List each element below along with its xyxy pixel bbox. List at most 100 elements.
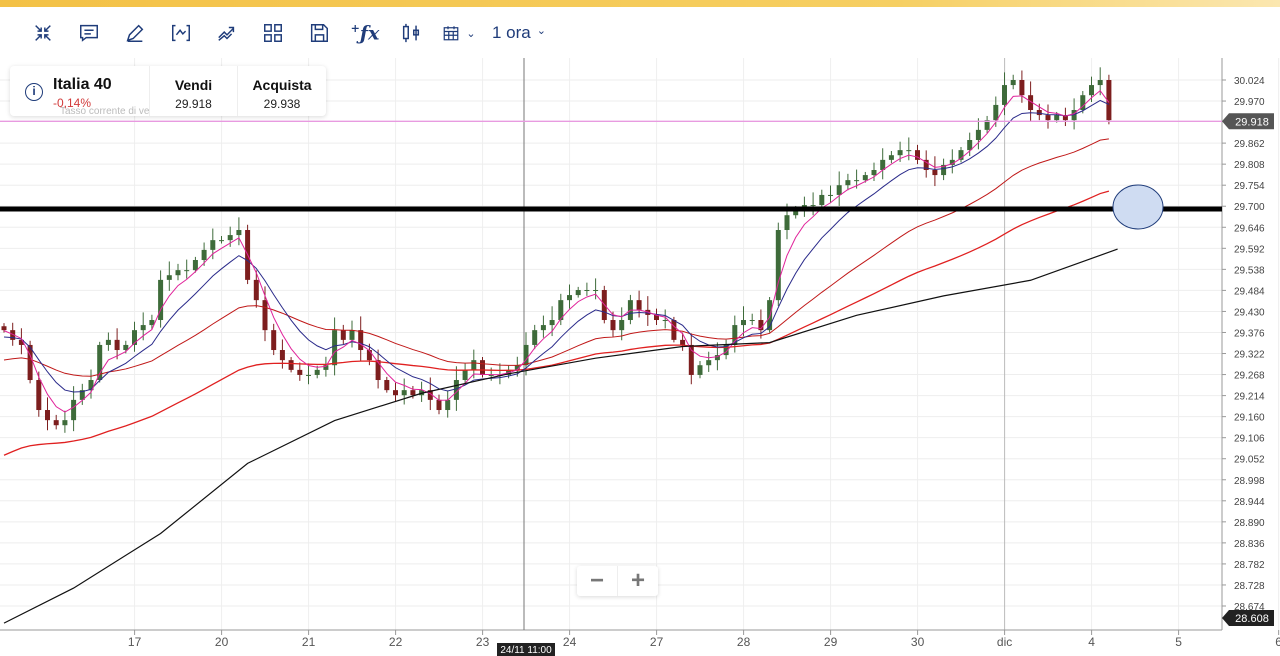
x-tick-label: 24 [563, 635, 577, 649]
candle-body [219, 240, 224, 242]
candle-body [1010, 80, 1016, 86]
candle-body [462, 369, 468, 381]
y-tick-label: 29.970 [1234, 97, 1265, 108]
comment-button[interactable] [66, 13, 112, 53]
candle-body [114, 339, 120, 351]
candle-body [166, 275, 172, 280]
trend-button[interactable] [204, 13, 250, 53]
chart-type-button[interactable] [388, 13, 434, 53]
x-tick-label: 20 [215, 635, 229, 649]
y-tick-label: 28.944 [1234, 497, 1265, 508]
collapse-icon [35, 25, 51, 41]
layout-button[interactable] [250, 13, 296, 53]
candle-type-icon [402, 23, 420, 43]
y-tick-label: 28.890 [1234, 518, 1265, 529]
candle-body [680, 339, 686, 345]
candle-body [1002, 85, 1007, 105]
buy-price: 29.938 [263, 97, 301, 111]
collapse-button[interactable] [20, 13, 66, 53]
candle-body [619, 320, 625, 331]
layout-grid-icon [264, 24, 282, 42]
moving-average-slow2 [3, 190, 1110, 456]
candle-body [1097, 80, 1103, 86]
buy-button[interactable]: Acquista 29.938 [238, 66, 326, 116]
save-button[interactable] [296, 13, 342, 53]
x-tick-label: dic [997, 635, 1012, 649]
x-tick-label: 22 [389, 635, 403, 649]
candle-body [271, 330, 277, 351]
zoom-out-button[interactable]: − [577, 566, 618, 596]
x-tick-label: 21 [302, 635, 316, 649]
candle-body [828, 194, 833, 196]
candle-body [697, 365, 703, 375]
y-tick-label: 29.700 [1234, 202, 1265, 213]
candle-body [784, 215, 790, 231]
candle-body [993, 104, 999, 121]
candle-body [297, 369, 303, 375]
candle-body [140, 325, 146, 331]
candle-body [532, 330, 538, 345]
zoom-in-button[interactable]: + [618, 566, 658, 596]
y-tick-label: 29.808 [1234, 160, 1265, 171]
candle-body [845, 180, 851, 186]
y-tick-label: 29.160 [1234, 413, 1265, 424]
instrument-card: i Italia 40 Tasso corrente di ve -0,14% … [10, 66, 326, 117]
sell-button[interactable]: Vendi 29.918 [150, 66, 238, 116]
trend-icon [218, 26, 235, 41]
candle-body [549, 320, 555, 326]
candle-body [819, 194, 825, 206]
candle-body [975, 129, 981, 141]
sell-label: Vendi [174, 77, 213, 93]
candle-body [314, 369, 320, 375]
candle-body [888, 155, 894, 160]
chevron-down-icon: ⌄ [536, 24, 546, 37]
candle-body [262, 300, 268, 331]
calendar-dropdown[interactable]: ⌄ [434, 13, 484, 53]
candle-body [366, 350, 372, 361]
candle-body [636, 300, 642, 310]
candle-body [471, 360, 477, 370]
highlight-circle [1112, 184, 1164, 230]
function-button[interactable]: +ƒx [342, 13, 388, 53]
candle-body [332, 330, 338, 366]
candle-body [1089, 85, 1094, 96]
save-icon [310, 24, 328, 42]
candle-body [349, 330, 355, 340]
y-tick-label: 29.322 [1234, 350, 1265, 361]
indicators-button[interactable] [158, 13, 204, 53]
instrument-name: Italia 40 [53, 76, 112, 93]
moving-average-mid [3, 99, 1110, 393]
candle-body [741, 320, 746, 326]
y-tick-label: 29.052 [1234, 455, 1265, 466]
candle-body [62, 420, 68, 426]
candle-body [410, 390, 416, 396]
candle-body [567, 295, 572, 301]
candle-body [192, 260, 198, 271]
function-icon: +ƒx [350, 21, 380, 45]
candle-body [662, 320, 668, 322]
crosshair-label: 24/11 11:00 [500, 645, 552, 656]
y-tick-label: 28.782 [1234, 560, 1265, 571]
y-tick-label: 28.998 [1234, 476, 1265, 487]
draw-button[interactable] [112, 13, 158, 53]
candle-body [1019, 80, 1025, 96]
candle-body [53, 420, 59, 426]
candle-body [854, 180, 860, 182]
candle-body [749, 320, 755, 322]
x-tick-label: 6 [1275, 635, 1280, 649]
candle-body [384, 380, 390, 391]
candle-body [253, 279, 259, 301]
candle-body [201, 249, 207, 261]
candle-body [480, 360, 485, 375]
top-accent-bar [0, 0, 1280, 7]
candle-body [288, 360, 294, 370]
current-price-label: 29.918 [1235, 116, 1269, 128]
candle-body [36, 380, 42, 411]
candle-body [932, 170, 938, 176]
interval-dropdown[interactable]: 1 ora ⌄ [492, 23, 546, 43]
candle-body [1045, 115, 1051, 121]
y-tick-label: 29.754 [1234, 181, 1265, 192]
x-tick-label: 29 [824, 635, 838, 649]
info-icon[interactable]: i [25, 83, 43, 101]
candle-body [897, 150, 903, 156]
